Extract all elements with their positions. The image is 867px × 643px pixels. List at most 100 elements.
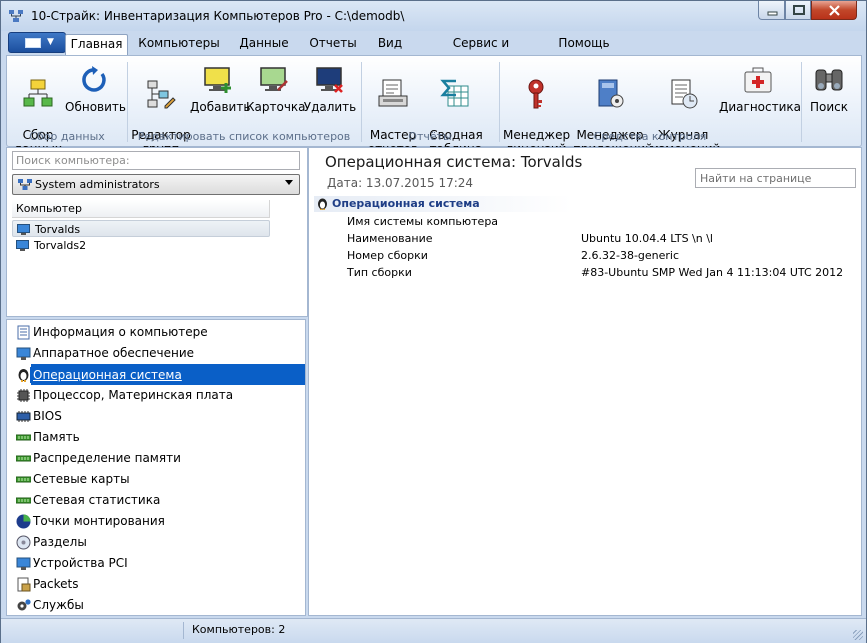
- refresh-label: Обновить: [65, 100, 126, 114]
- collect-data-icon: [23, 79, 53, 107]
- tab-computers[interactable]: Компьютеры: [134, 34, 224, 55]
- category-network-cards[interactable]: Сетевые карты: [7, 469, 305, 490]
- category-bios[interactable]: BIOS: [7, 406, 305, 427]
- memory-icon: [16, 455, 31, 462]
- group-editor-icon: [147, 80, 176, 109]
- disk-icon: [16, 535, 31, 550]
- ribbon: Сбор данных Обновить Редактор групп Доба…: [6, 55, 862, 156]
- prop-value: Ubuntu 10.04.4 LTS \n \l: [581, 232, 713, 245]
- memory-icon: [16, 434, 31, 441]
- diagnostics-button[interactable]: Диагностика: [719, 64, 801, 114]
- category-memory[interactable]: Память: [7, 427, 305, 448]
- maximize-icon: [793, 5, 805, 15]
- first-aid-kit-icon: [744, 67, 772, 93]
- binoculars-icon: [815, 69, 843, 91]
- tab-service-settings[interactable]: Сервис и настройки: [418, 34, 544, 68]
- network-card-icon: [16, 476, 31, 483]
- refresh-icon: [82, 66, 106, 92]
- maximize-button[interactable]: [785, 1, 811, 20]
- prop-name: Тип сборки: [347, 266, 412, 279]
- delete-computer-button[interactable]: Удалить: [303, 64, 357, 114]
- search-button[interactable]: Поиск: [805, 64, 853, 114]
- computer-item-torvalds[interactable]: Torvalds: [12, 220, 270, 237]
- category-list: Информация о компьютере Аппаратное обесп…: [6, 319, 306, 616]
- cpu-chip-icon: [17, 389, 30, 402]
- category-services[interactable]: Службы: [7, 595, 305, 616]
- package-icon: [17, 577, 31, 592]
- prop-value: 2.6.32-38-generic: [581, 249, 680, 262]
- bios-chip-icon: [16, 411, 31, 422]
- app-manager-icon: [598, 79, 624, 108]
- delete-computer-icon: [316, 67, 343, 93]
- menu-icon: [25, 38, 41, 48]
- resize-grip-icon[interactable]: [853, 630, 863, 640]
- scan-date: Дата: 13.07.2015 17:24: [327, 176, 474, 190]
- category-packets[interactable]: Packets: [7, 574, 305, 595]
- card-button[interactable]: Карточка: [246, 64, 306, 114]
- chevron-down-icon: [285, 180, 293, 185]
- computer-item-torvalds2[interactable]: Torvalds2: [12, 237, 270, 254]
- title-bar: 10-Страйк: Инвентаризация Компьютеров Pr…: [1, 1, 866, 31]
- monitor-icon: [16, 557, 31, 570]
- category-operating-system[interactable]: Операционная система: [7, 364, 305, 385]
- tab-reports[interactable]: Отчеты: [304, 34, 362, 55]
- ribbon-group-collect: Сбор данных: [29, 130, 105, 143]
- minimize-button[interactable]: [758, 1, 785, 20]
- category-memory-allocation[interactable]: Распределение памяти: [7, 448, 305, 469]
- network-app-icon: [9, 10, 23, 22]
- detail-panel: Операционная система: Torvalds Дата: 13.…: [308, 147, 862, 616]
- delete-computer-label: Удалить: [303, 100, 357, 114]
- computer-count: Компьютеров: 2: [183, 622, 833, 639]
- monitor-icon: [17, 224, 30, 235]
- section-title: Операционная система: [332, 197, 480, 210]
- prop-name: Наименование: [347, 232, 433, 245]
- category-network-stats[interactable]: Сетевая статистика: [7, 490, 305, 511]
- network-group-icon: [18, 179, 32, 190]
- network-card-icon: [16, 497, 31, 504]
- refresh-button[interactable]: Обновить: [65, 64, 126, 114]
- monitor-icon: [16, 347, 31, 360]
- ribbon-group-reports: Отчёты: [408, 130, 452, 143]
- tab-view[interactable]: Вид: [370, 34, 410, 55]
- window-title: 10-Страйк: Инвентаризация Компьютеров Pr…: [31, 9, 405, 23]
- computer-column-header[interactable]: Компьютер: [12, 200, 270, 218]
- add-computer-button[interactable]: Добавить: [190, 64, 250, 114]
- app-menu-button[interactable]: ▼: [8, 32, 66, 53]
- prop-value: #83-Ubuntu SMP Wed Jan 4 11:13:04 UTC 20…: [581, 266, 844, 279]
- ribbon-group-control: Средства контроля: [593, 130, 707, 143]
- ribbon-group-edit-list: Редактировать список компьютеров: [137, 130, 351, 143]
- key-icon: [528, 79, 544, 109]
- category-mount-points[interactable]: Точки монтирования: [7, 511, 305, 532]
- group-select[interactable]: System administrators: [12, 174, 300, 195]
- add-computer-label: Добавить: [190, 100, 251, 114]
- category-partitions[interactable]: Разделы: [7, 532, 305, 553]
- category-computer-info[interactable]: Информация о компьютере: [7, 322, 305, 343]
- report-wizard-icon: [378, 79, 408, 107]
- ribbon-separator: [801, 62, 802, 142]
- pie-chart-icon: [16, 514, 31, 529]
- prop-name: Номер сборки: [347, 249, 428, 262]
- pivot-table-icon: [440, 79, 469, 107]
- group-select-value: System administrators: [35, 178, 160, 191]
- tab-home[interactable]: Главная: [65, 34, 128, 56]
- category-pci-devices[interactable]: Устройства PCI: [7, 553, 305, 574]
- computer-search-input[interactable]: Поиск компьютера:: [12, 151, 300, 170]
- computer-item-label: Torvalds: [35, 223, 81, 236]
- add-computer-icon: [204, 67, 231, 93]
- page-search-input[interactable]: Найти на странице: [695, 168, 856, 188]
- minimize-icon: [767, 11, 778, 16]
- section-header[interactable]: Операционная система: [314, 196, 572, 212]
- page-title: Операционная система: Torvalds: [325, 153, 583, 171]
- card-label: Карточка: [246, 100, 306, 114]
- tux-icon: [18, 369, 29, 382]
- tab-help[interactable]: Помощь: [552, 34, 616, 55]
- category-cpu-motherboard[interactable]: Процессор, Материнская плата: [7, 385, 305, 406]
- tab-data[interactable]: Данные: [232, 34, 296, 55]
- document-icon: [17, 325, 30, 340]
- category-hardware[interactable]: Аппаратное обеспечение: [7, 343, 305, 364]
- change-log-icon: [671, 79, 698, 109]
- app-window: 10-Страйк: Инвентаризация Компьютеров Pr…: [0, 0, 867, 643]
- close-button[interactable]: [811, 1, 857, 20]
- monitor-icon: [16, 240, 29, 251]
- computer-card-icon: [260, 67, 288, 91]
